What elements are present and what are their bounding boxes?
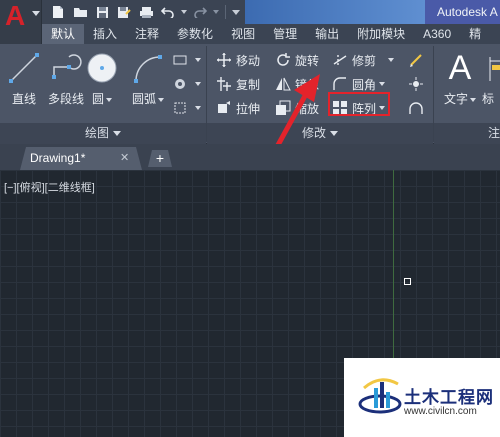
explode-button[interactable] [408,74,428,94]
document-tab-bar: Drawing1* ✕ + [0,144,500,170]
application-menu-button[interactable]: A [0,0,42,44]
move-button[interactable]: 移动 [216,50,260,70]
rotate-label: 旋转 [295,53,320,68]
saveas-icon[interactable] [114,3,134,21]
chevron-down-icon[interactable] [106,97,112,102]
save-icon[interactable] [92,3,112,21]
tab-featured[interactable]: 精 [460,24,490,44]
autocad-window: Autodesk A A 默认 插入 注释 参数化 视图 管理 输出 附加模块 … [0,0,500,437]
civilcn-logo-icon [358,378,402,414]
tab-view[interactable]: 视图 [222,24,264,44]
copy-icon [216,76,232,92]
viewport-controls[interactable]: [−][俯视][二维线框] [4,179,95,195]
trim-label: 修剪 [352,53,377,68]
dimension-button[interactable]: 标 [482,48,500,108]
hatch-button[interactable] [172,74,201,94]
new-icon[interactable] [48,3,68,21]
circle-label: 圆 [91,92,104,106]
new-tab-button[interactable]: + [148,150,172,167]
stretch-label: 拉伸 [236,101,261,116]
circle-button[interactable]: 圆 [80,48,124,108]
tab-addins[interactable]: 附加模块 [348,24,414,44]
arc-label: 圆弧 [131,92,156,106]
offset-icon [408,100,424,116]
dimension-icon [486,50,500,86]
rectangle-icon [172,52,188,68]
rotate-button[interactable]: 旋转 [275,50,319,70]
tab-annotate[interactable]: 注释 [126,24,168,44]
arc-icon [130,50,166,86]
window-title: Autodesk A [437,5,498,19]
tab-parametric[interactable]: 参数化 [168,24,222,44]
watermark: 土木工程网 www.civilcn.com [344,358,500,437]
print-icon[interactable] [136,3,156,21]
hatch-icon [172,76,188,92]
chevron-down-icon [195,58,201,62]
copy-button[interactable]: 复制 [216,74,260,94]
explode-icon [408,76,424,92]
rotate-icon [275,52,291,68]
offset-button[interactable] [408,98,428,118]
erase-button[interactable] [408,50,428,70]
chevron-down-icon[interactable] [379,82,386,86]
ribbon-tabs: 默认 插入 注释 参数化 视图 管理 输出 附加模块 A360 精 [42,24,500,44]
polyline-icon [48,50,84,86]
title-gradient [245,0,425,24]
trim-icon [332,52,348,68]
draw-panel-title[interactable]: 绘图 [0,123,206,144]
undo-dropdown-icon[interactable] [180,3,188,21]
text-label: 文字 [443,92,468,106]
tab-manage[interactable]: 管理 [264,24,306,44]
customize-dropdown-icon[interactable] [231,3,241,21]
fillet-label: 圆角 [352,77,377,92]
chevron-down-icon[interactable] [470,97,476,102]
tab-insert[interactable]: 插入 [84,24,126,44]
close-icon[interactable]: ✕ [120,147,129,170]
redo-dropdown-icon[interactable] [212,3,220,21]
line-label: 直线 [11,92,36,106]
chevron-down-icon[interactable] [158,97,164,102]
circle-icon [84,50,120,86]
title-bar: Autodesk A [0,0,500,24]
crosshair-pickbox [404,278,411,285]
chevron-down-icon [195,82,201,86]
chevron-down-icon [195,106,201,110]
move-icon [216,52,232,68]
redo-icon[interactable] [190,3,210,21]
separator [225,5,226,19]
stretch-button[interactable]: 拉伸 [216,98,260,118]
move-label: 移动 [236,53,261,68]
text-icon: A [448,48,472,87]
chevron-down-icon[interactable] [388,58,395,62]
line-button[interactable]: 直线 [2,48,46,108]
ribbon-panel-area: 直线 多段线 圆 圆弧 绘图 移动 旋转 修剪 复制 圆角 拉伸 缩放 阵列 修… [0,44,500,159]
chevron-down-icon [32,11,40,16]
copy-label: 复制 [236,77,261,92]
line-icon [6,50,42,86]
boundary-button[interactable] [172,98,201,118]
rectangle-button[interactable] [172,50,201,70]
chevron-down-icon [113,131,121,137]
tab-default[interactable]: 默认 [42,24,85,44]
open-icon[interactable] [70,3,90,21]
text-button[interactable]: A 文字 [438,48,482,108]
dimension-label: 标 [482,92,495,106]
trim-button[interactable]: 修剪 [332,50,395,70]
stretch-icon [216,100,232,116]
quick-access-toolbar [48,3,241,21]
boundary-icon [172,100,188,116]
undo-icon[interactable] [158,3,178,21]
tab-output[interactable]: 输出 [306,24,348,44]
erase-icon [408,52,424,68]
autocad-logo-icon: A [5,0,26,31]
watermark-title: 土木工程网 [404,388,494,407]
annotation-panel-title[interactable]: 注 [434,123,500,144]
watermark-url: www.civilcn.com [404,406,477,417]
tab-a360[interactable]: A360 [414,24,460,44]
arc-button[interactable]: 圆弧 [126,48,170,108]
